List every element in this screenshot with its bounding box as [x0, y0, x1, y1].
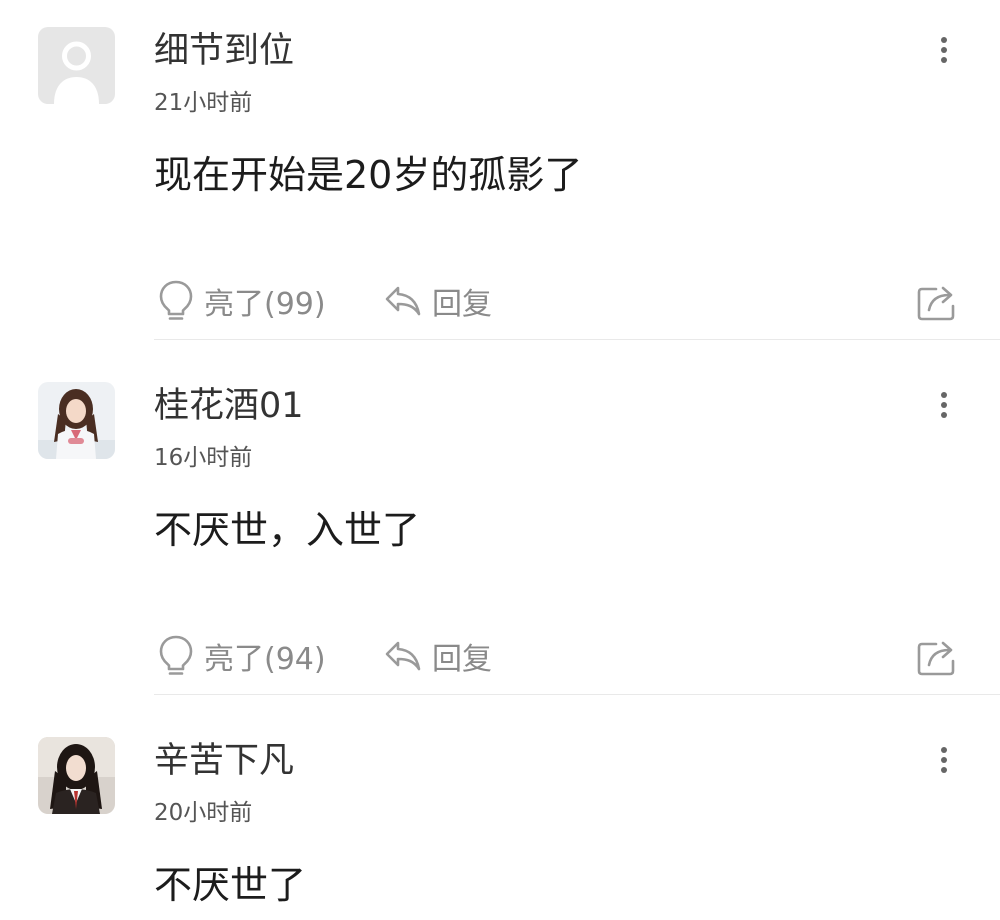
share-icon	[917, 641, 955, 676]
username[interactable]: 桂花酒01	[154, 386, 304, 426]
reply-arrow-icon	[385, 286, 421, 316]
lightbulb-icon	[159, 635, 193, 675]
reply-arrow-icon	[385, 641, 421, 671]
timestamp: 16小时前	[154, 445, 253, 471]
default-avatar-icon	[38, 27, 115, 104]
divider	[154, 694, 1000, 695]
username[interactable]: 辛苦下凡	[154, 741, 294, 781]
girl-photo-avatar	[38, 737, 115, 814]
share-button[interactable]	[916, 271, 962, 331]
more-vertical-icon	[941, 747, 947, 773]
avatar[interactable]	[38, 382, 115, 459]
more-vertical-icon	[941, 392, 947, 418]
comment-text: 不厌世，入世了	[154, 508, 421, 552]
lightbulb-icon	[159, 280, 193, 320]
share-icon	[917, 286, 955, 321]
timestamp: 20小时前	[154, 800, 253, 826]
reply-label: 回复	[432, 287, 492, 322]
username[interactable]: 细节到位	[154, 31, 294, 71]
comment-actions: 亮了(99) 回复	[0, 271, 1000, 331]
like-count: 亮了(99)	[204, 287, 326, 322]
reply-button[interactable]: 回复	[384, 626, 492, 686]
more-options-button[interactable]	[930, 33, 958, 67]
like-button[interactable]: 亮了(99)	[158, 271, 326, 331]
girl-photo-avatar	[38, 382, 115, 459]
comment-text: 不厌世了	[154, 863, 307, 907]
avatar[interactable]	[38, 737, 115, 814]
comment-text: 现在开始是20岁的孤影了	[154, 153, 583, 197]
divider	[154, 339, 1000, 340]
comment-actions: 亮了(94) 回复	[0, 626, 1000, 686]
more-options-button[interactable]	[930, 743, 958, 777]
more-options-button[interactable]	[930, 388, 958, 422]
reply-label: 回复	[432, 642, 492, 677]
more-vertical-icon	[941, 37, 947, 63]
share-button[interactable]	[916, 626, 962, 686]
reply-button[interactable]: 回复	[384, 271, 492, 331]
like-button[interactable]: 亮了(94)	[158, 626, 326, 686]
timestamp: 21小时前	[154, 90, 253, 116]
like-count: 亮了(94)	[204, 642, 326, 677]
avatar[interactable]	[38, 27, 115, 104]
